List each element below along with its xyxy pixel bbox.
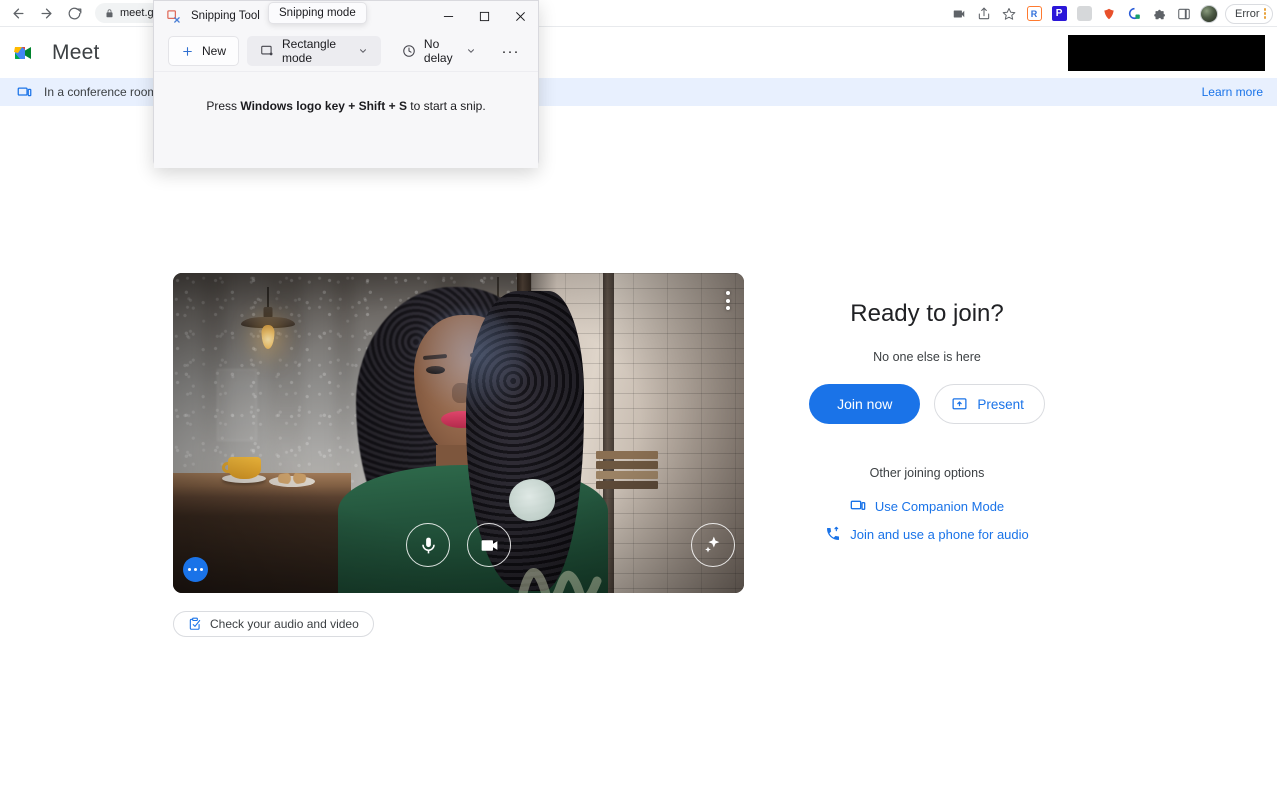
video-preview[interactable] (173, 273, 744, 593)
snipping-tool-icon (166, 9, 181, 24)
snip-mode-dropdown[interactable]: Rectangle mode (247, 36, 381, 66)
snip-delay-dropdown[interactable]: No delay (389, 36, 489, 66)
browser-toolbar-right: R P Error (948, 0, 1273, 27)
snip-hint: Press Windows logo key + Shift + S to st… (206, 99, 485, 113)
bookmark-star-icon[interactable] (998, 3, 1020, 25)
snip-hint-prefix: Press (206, 99, 241, 113)
check-audio-video-button[interactable]: Check your audio and video (173, 611, 374, 637)
present-screen-icon (951, 396, 968, 413)
page-title: Meet (52, 40, 100, 64)
extension-orange-icon[interactable] (1098, 3, 1120, 25)
extension-p-icon[interactable]: P (1048, 3, 1070, 25)
side-panel-icon[interactable] (1173, 3, 1195, 25)
new-snip-label: New (202, 44, 227, 58)
chevron-down-icon[interactable] (466, 46, 476, 56)
phone-audio-icon (825, 526, 841, 542)
close-icon[interactable] (502, 1, 538, 31)
companion-device-icon (850, 498, 866, 514)
more-dots-icon[interactable] (183, 557, 208, 582)
error-label: Error (1235, 7, 1260, 20)
snipping-tool-titlebar: Snipping Tool Snipping mode (154, 1, 538, 31)
snip-hint-shortcut: Windows logo key + Shift + S (240, 99, 407, 113)
window-buttons (430, 1, 538, 31)
present-button[interactable]: Present (934, 384, 1045, 424)
learn-more-link[interactable]: Learn more (1202, 85, 1263, 99)
media-cast-icon[interactable] (948, 3, 970, 25)
snipping-mode-tooltip: Snipping mode (268, 2, 367, 24)
more-options-icon[interactable] (726, 291, 730, 310)
join-title: Ready to join? (850, 300, 1004, 327)
check-audio-video-label: Check your audio and video (210, 617, 359, 631)
video-controls (173, 497, 744, 593)
snipping-tool-title: Snipping Tool (191, 10, 260, 22)
screen: meet.goo R P Error Meet In a conference … (0, 0, 1277, 788)
kebab-menu-icon[interactable] (1263, 8, 1266, 19)
join-panel: Ready to join? No one else is here Join … (744, 300, 1110, 542)
navigation-buttons (0, 0, 87, 26)
extension-r-icon[interactable]: R (1023, 3, 1045, 25)
reload-icon[interactable] (61, 0, 87, 26)
snipping-tool-window[interactable]: Snipping Tool Snipping mode New Rectangl… (153, 0, 539, 168)
extension-teal-icon[interactable] (1123, 3, 1145, 25)
use-companion-mode-link[interactable]: Use Companion Mode (850, 498, 1004, 514)
other-options-title: Other joining options (869, 466, 985, 480)
camera-icon[interactable] (467, 523, 511, 567)
lock-icon (105, 8, 114, 18)
extensions-puzzle-icon[interactable] (1148, 3, 1170, 25)
minimize-icon[interactable] (430, 1, 466, 31)
maximize-icon[interactable] (466, 1, 502, 31)
plus-icon (181, 45, 194, 58)
redaction-bar (1068, 35, 1265, 71)
chevron-down-icon[interactable] (358, 46, 368, 56)
snip-hint-suffix: to start a snip. (406, 99, 486, 113)
companion-device-icon (17, 85, 32, 100)
google-meet-logo (12, 40, 42, 66)
more-horizontal-icon[interactable]: ··· (497, 36, 524, 66)
clock-icon (402, 44, 416, 58)
error-menu-button[interactable]: Error (1225, 3, 1273, 24)
join-actions: Join now Present (809, 384, 1045, 424)
share-icon[interactable] (973, 3, 995, 25)
rectangle-mode-icon (260, 44, 274, 58)
new-snip-button[interactable]: New (168, 36, 240, 66)
snip-mode-label: Rectangle mode (282, 37, 337, 65)
snipping-tool-toolbar: New Rectangle mode No delay ··· (154, 31, 538, 71)
snipping-tool-body: Press Windows logo key + Shift + S to st… (154, 71, 538, 168)
back-icon[interactable] (5, 0, 31, 26)
forward-icon[interactable] (33, 0, 59, 26)
join-now-button[interactable]: Join now (809, 384, 921, 424)
check-audio-video-icon (188, 617, 202, 631)
snip-delay-label: No delay (423, 37, 453, 65)
extension-grey-icon[interactable] (1073, 3, 1095, 25)
join-subtitle: No one else is here (873, 350, 981, 364)
phone-audio-link[interactable]: Join and use a phone for audio (825, 526, 1029, 542)
visual-effects-sparkle-icon[interactable] (691, 523, 735, 567)
phone-audio-label: Join and use a phone for audio (850, 526, 1029, 542)
microphone-icon[interactable] (406, 523, 450, 567)
profile-avatar[interactable] (1198, 3, 1220, 25)
present-label: Present (977, 396, 1024, 412)
use-companion-mode-label: Use Companion Mode (874, 498, 1005, 514)
